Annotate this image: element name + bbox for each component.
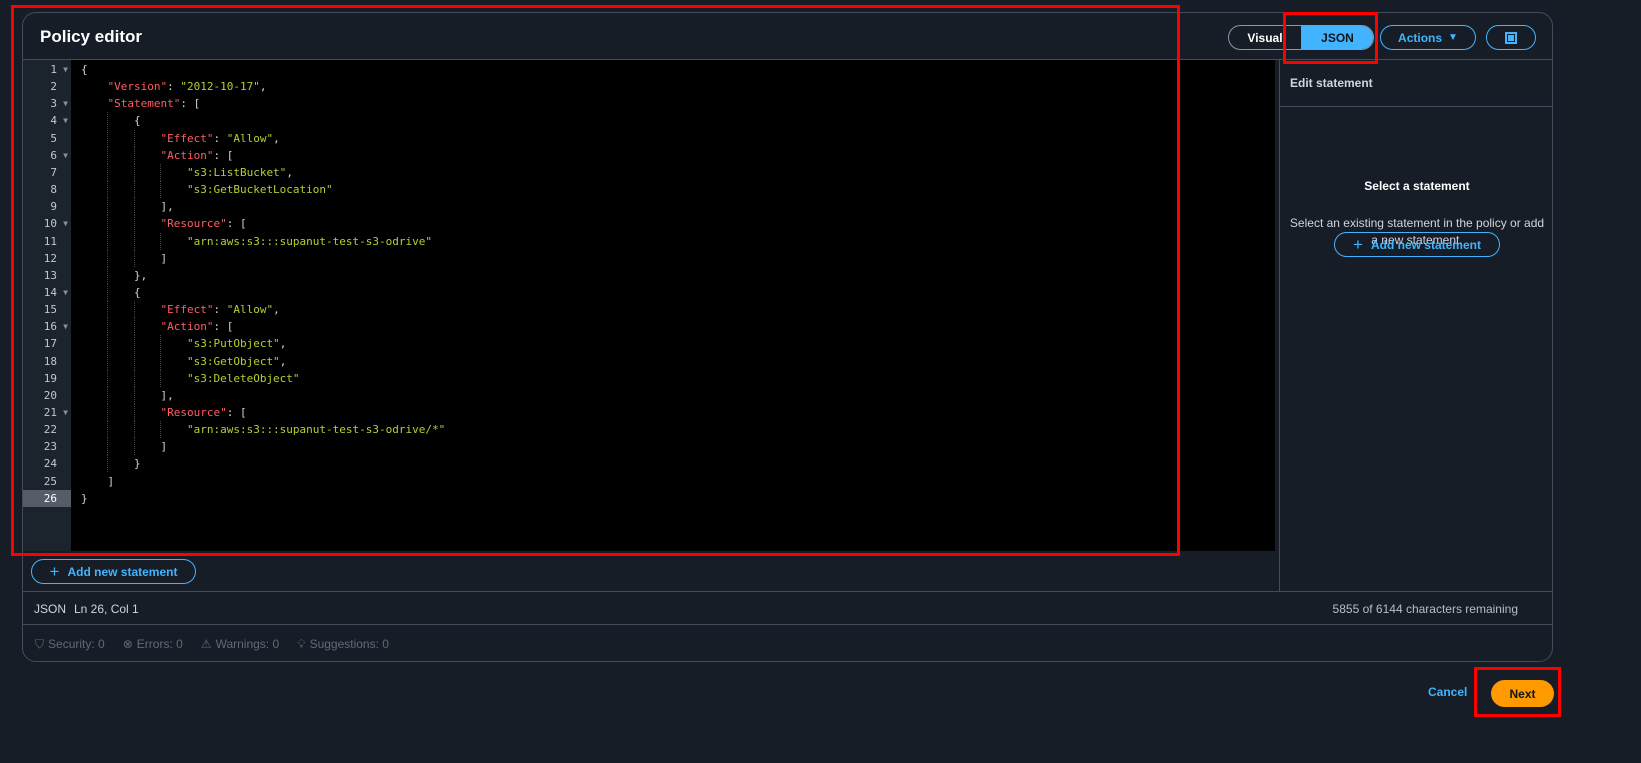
side-add-statement-button[interactable]: + Add new statement <box>1334 232 1500 257</box>
fold-arrow-icon[interactable]: ▼ <box>63 147 68 164</box>
code-line: "arn:aws:s3:::supanut-test-s3-odrive/*" <box>186 423 446 437</box>
status-bar: JSON Ln 26, Col 1 5855 of 6144 character… <box>23 591 1552 625</box>
line-number: 2 <box>50 80 57 94</box>
line-number: 11 <box>43 234 57 248</box>
plus-icon: + <box>49 561 60 581</box>
characters-remaining: 5855 of 6144 characters remaining <box>1332 602 1518 616</box>
line-number: 23 <box>43 440 57 454</box>
policy-editor-panel: Policy editor Visual JSON Actions ▼ 1 ▼ 2 3… <box>22 12 1553 662</box>
code-line: { <box>81 114 141 128</box>
code-line: ], <box>81 388 174 402</box>
fullscreen-button[interactable] <box>1486 25 1536 50</box>
code-line: "Effect": "Allow", <box>160 131 280 145</box>
side-add-statement-label: Add new statement <box>1370 237 1481 252</box>
errors-count[interactable]: ⊗ Errors: 0 <box>123 637 183 651</box>
code-line: "Resource": [ <box>160 406 247 419</box>
code-line: "s3:GetObject", <box>186 354 287 368</box>
line-number: 7 <box>50 165 57 179</box>
line-number: 5 <box>50 131 57 145</box>
actions-label: Actions <box>1398 30 1443 45</box>
line-number: 6 ▼ <box>50 147 68 164</box>
code-line: "Resource": [ <box>160 217 247 231</box>
suggestions-count[interactable]: 💡︎ Suggestions: 0 <box>297 637 389 652</box>
caret-down-icon: ▼ <box>1448 32 1458 43</box>
fold-arrow-icon[interactable]: ▼ <box>63 95 68 112</box>
error-icon: ⊗ <box>122 637 133 651</box>
mode-json-button[interactable]: JSON <box>1301 26 1373 49</box>
edit-statement-panel: Edit statement Select a statement Select… <box>1279 60 1552 591</box>
code-line: "Statement": [ <box>107 97 201 111</box>
code-line: "s3:GetBucketLocation" <box>186 183 333 197</box>
line-number: 19 <box>43 371 57 385</box>
fold-arrow-icon[interactable]: ▼ <box>63 112 68 129</box>
code-line: "s3:PutObject", <box>186 337 287 351</box>
next-button[interactable]: Next <box>1491 680 1554 707</box>
code-line: } <box>81 457 141 471</box>
cursor-position: Ln 26, Col 1 <box>74 602 139 616</box>
line-number-gutter: 1 ▼ 2 3 ▼ 4 ▼ 5 6 ▼ 7 8 9 10 ▼ 11 12 13 14 ▼ 15 16 ▼ 17 18 19 20 21… <box>23 60 71 551</box>
actions-button[interactable]: Actions ▼ <box>1380 25 1476 50</box>
code-line: { <box>81 285 141 299</box>
edit-statement-title: Edit statement <box>1280 60 1552 107</box>
mode-toggle: Visual JSON <box>1228 25 1374 50</box>
plus-icon: + <box>1353 234 1363 254</box>
code-line: ] <box>81 251 168 265</box>
line-number: 10 ▼ <box>43 215 68 232</box>
code-editor[interactable]: 1 ▼ 2 3 ▼ 4 ▼ 5 6 ▼ 7 8 9 10 ▼ 11 12 13 14 ▼ 15 16 ▼ 17 18 19 20 21… <box>23 60 1275 551</box>
line-number: 21 ▼ <box>43 404 68 421</box>
page-title: Policy editor <box>40 27 143 46</box>
line-number: 14 ▼ <box>43 284 68 301</box>
fold-arrow-icon[interactable]: ▼ <box>63 215 68 232</box>
fold-arrow-icon[interactable]: ▼ <box>63 284 68 301</box>
code-line: { <box>81 63 88 76</box>
code-line: }, <box>81 268 148 282</box>
validation-footer: ⛉ Security: 0 ⊗ Errors: 0 ⚠ Warnings: 0 💡︎ S… <box>23 625 1552 661</box>
status-mode: JSON <box>34 602 67 616</box>
line-number: 13 <box>43 268 57 282</box>
code-line: "s3:DeleteObject" <box>186 371 300 385</box>
shield-icon: ⛉ <box>35 636 45 651</box>
mode-visual-button[interactable]: Visual <box>1229 26 1301 49</box>
code-line: "Action": [ <box>160 148 234 162</box>
code-line: "s3:ListBucket", <box>186 165 293 179</box>
add-statement-button[interactable]: + Add new statement <box>31 559 196 584</box>
line-number: 1 ▼ <box>50 61 68 78</box>
line-number: 20 <box>43 388 57 402</box>
line-number: 16 ▼ <box>43 318 68 335</box>
lightbulb-icon: 💡︎ <box>297 636 306 651</box>
code-line: "arn:aws:s3:::supanut-test-s3-odrive" <box>186 234 433 248</box>
panel-header: Policy editor Visual JSON Actions ▼ <box>23 13 1552 60</box>
line-number: 15 <box>43 303 57 317</box>
line-number: 4 ▼ <box>50 112 68 129</box>
line-number: 18 <box>43 354 57 368</box>
code-line: "Effect": "Allow", <box>160 303 280 317</box>
fold-arrow-icon[interactable]: ▼ <box>63 404 68 421</box>
line-number: 3 ▼ <box>50 95 68 112</box>
security-count[interactable]: ⛉ Security: 0 <box>35 637 105 652</box>
add-statement-label: Add new statement <box>67 564 178 579</box>
cancel-button[interactable]: Cancel <box>1428 685 1467 699</box>
code-line: ] <box>81 440 168 454</box>
line-number: 17 <box>43 337 57 351</box>
line-number: 26 <box>23 489 71 507</box>
line-number: 8 <box>50 183 57 197</box>
code-line: ], <box>81 200 174 214</box>
code-line: "Version": "2012-10-17", <box>107 80 267 94</box>
warnings-count[interactable]: ⚠ Warnings: 0 <box>201 637 279 651</box>
fullscreen-icon <box>1505 31 1517 44</box>
line-number: 24 <box>43 457 57 471</box>
line-number: 9 <box>50 200 57 214</box>
fold-arrow-icon[interactable]: ▼ <box>63 318 68 335</box>
warning-icon: ⚠ <box>200 637 212 651</box>
code-line: } <box>81 491 88 505</box>
line-number: 22 <box>43 423 57 437</box>
code-line: "Action": [ <box>160 320 234 334</box>
line-number: 25 <box>43 474 57 488</box>
fold-arrow-icon[interactable]: ▼ <box>63 61 68 78</box>
line-number: 12 <box>43 251 57 265</box>
select-statement-heading: Select a statement <box>1364 179 1470 193</box>
code-line: ] <box>81 474 115 488</box>
